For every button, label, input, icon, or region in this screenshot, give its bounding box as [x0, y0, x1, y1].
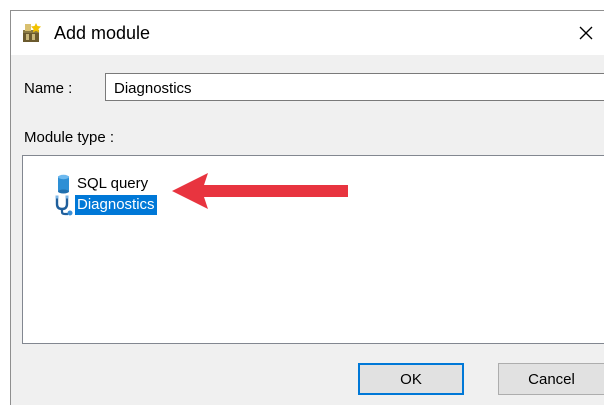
database-icon: [53, 173, 75, 195]
tree-item-diagnostics[interactable]: Diagnostics: [53, 194, 157, 216]
tree-item-label: Diagnostics: [75, 195, 157, 215]
cancel-button[interactable]: Cancel: [498, 363, 604, 395]
title-bar: Add module: [11, 11, 604, 55]
module-add-icon: [21, 22, 43, 44]
module-type-label: Module type :: [24, 129, 115, 146]
ok-button[interactable]: OK: [358, 363, 464, 395]
dialog-title: Add module: [54, 23, 151, 43]
tree-item-label: SQL query: [77, 175, 149, 192]
name-input[interactable]: [105, 73, 604, 101]
stethoscope-icon: [53, 194, 75, 216]
name-label: Name :: [24, 80, 73, 97]
close-icon: [579, 26, 593, 40]
tree-item-sql-query[interactable]: SQL query: [53, 173, 150, 195]
annotation-arrow: [172, 173, 348, 209]
close-button[interactable]: [574, 11, 604, 55]
